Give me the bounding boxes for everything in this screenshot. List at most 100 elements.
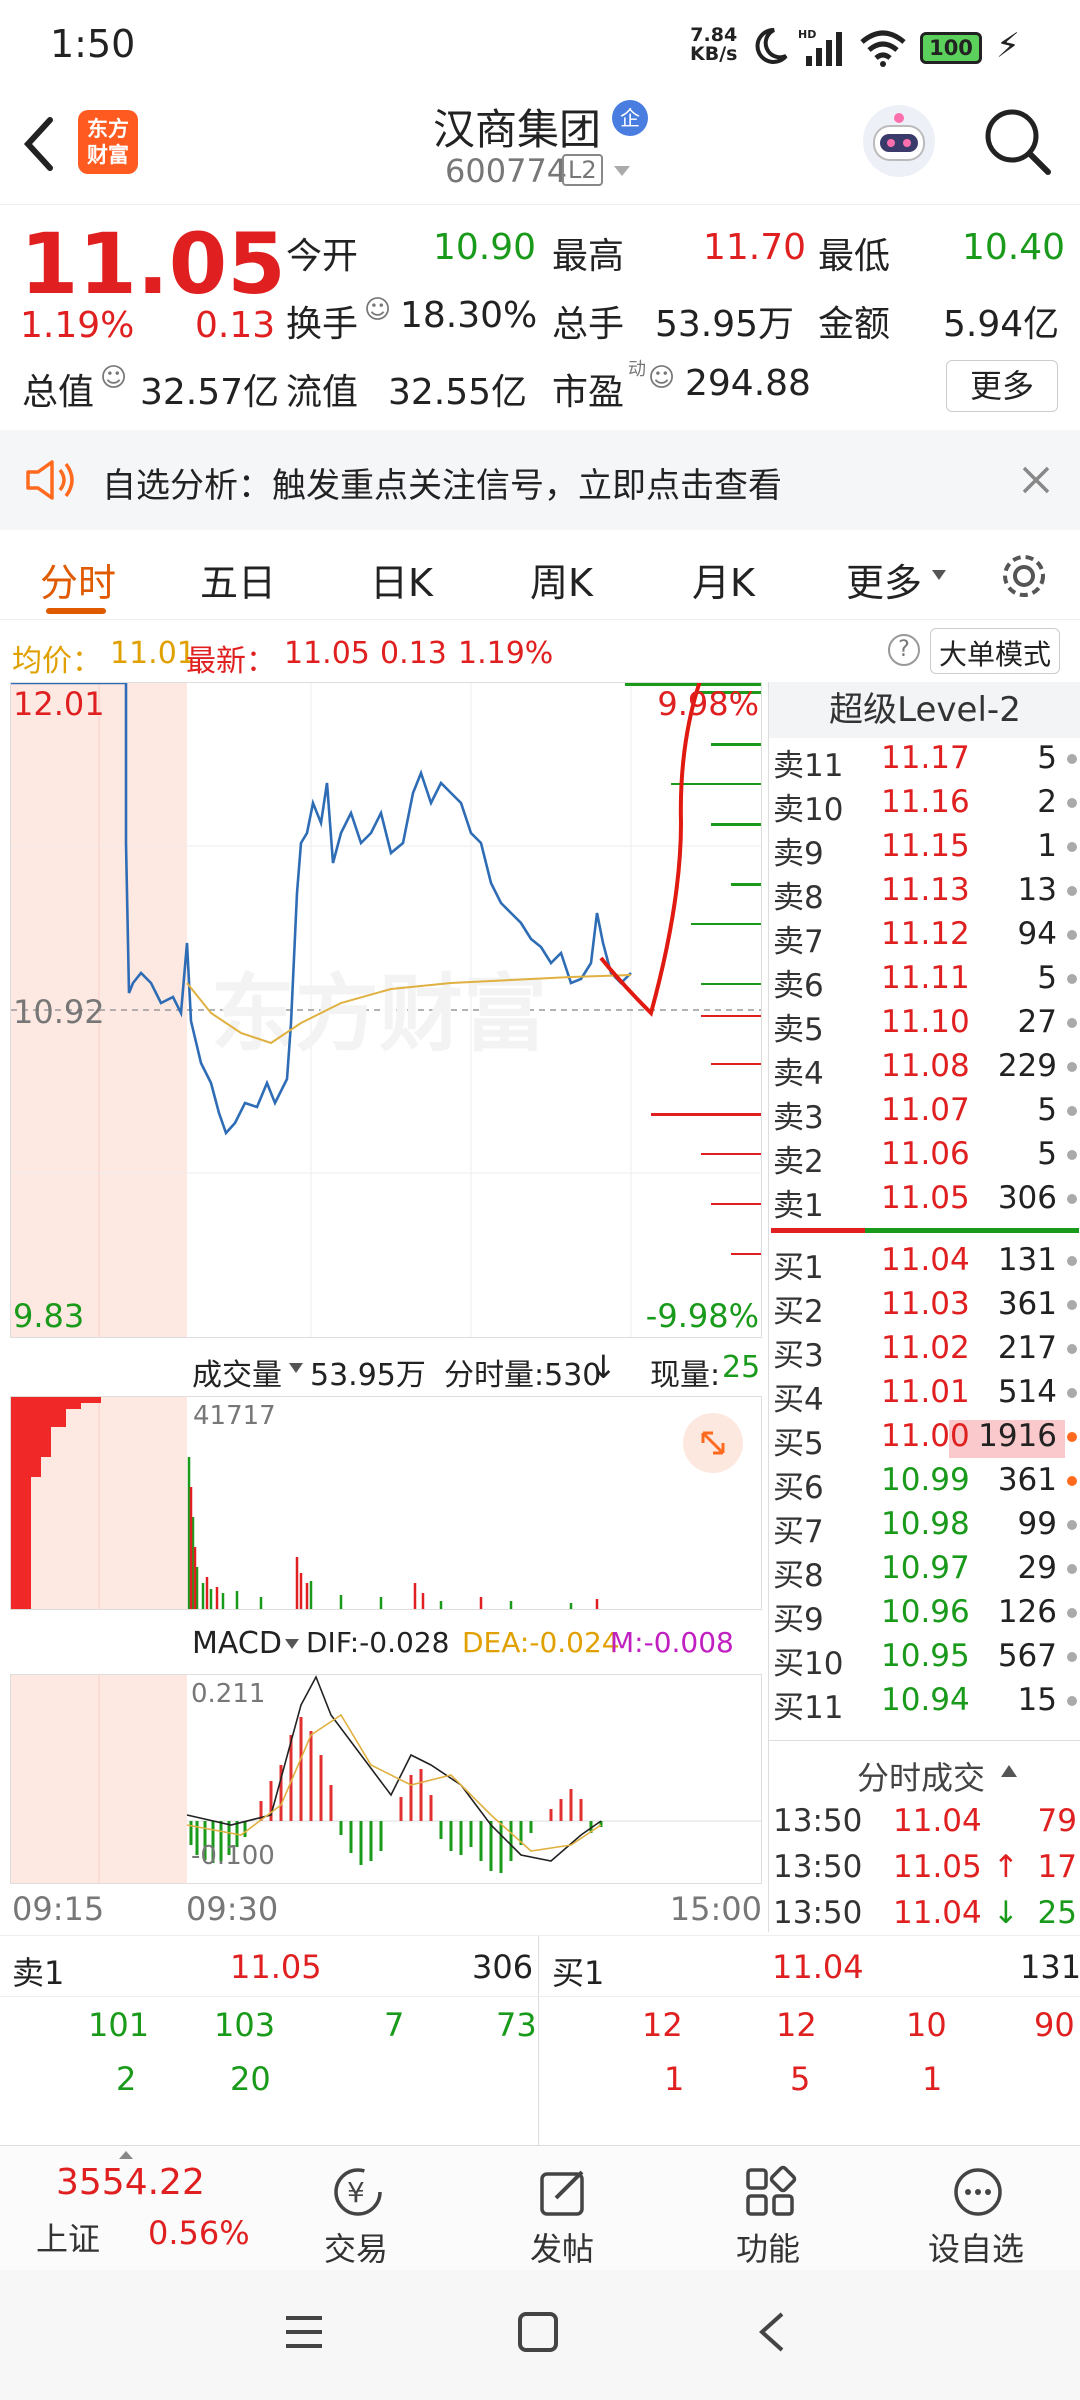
ask-level[interactable]: 卖3 11.07 5 [769, 1090, 1080, 1136]
change-percent: 1.19% [20, 305, 135, 346]
bid-level[interactable]: 买5 11.00 1916 [769, 1416, 1080, 1462]
turnover-value: 18.30% [400, 295, 538, 336]
order-book-title[interactable]: 超级Level-2 [769, 682, 1080, 738]
bid-level[interactable]: 买7 10.98 99 [769, 1504, 1080, 1550]
home-icon[interactable] [516, 2310, 560, 2354]
more-button[interactable]: 更多 [946, 360, 1058, 412]
tab-five-day[interactable]: 五日 [200, 552, 276, 607]
tab-daily-k[interactable]: 日K [370, 552, 433, 607]
level-price: 11.05 [881, 1180, 970, 1216]
ask-level[interactable]: 卖4 11.08 229 [769, 1046, 1080, 1092]
ask-level[interactable]: 卖11 11.17 5 [769, 738, 1080, 784]
expand-icon[interactable] [683, 1413, 743, 1473]
ask-level[interactable]: 卖6 11.11 5 [769, 958, 1080, 1004]
chevron-down-icon[interactable] [612, 164, 632, 178]
big-order-mode-button[interactable]: 大单模式 [930, 628, 1061, 674]
chevron-down-icon[interactable] [284, 1638, 300, 1650]
level-qty: 306 [997, 1180, 1057, 1216]
help-icon[interactable]: ? [888, 634, 920, 666]
bid-level[interactable]: 买1 11.04 131 [769, 1240, 1080, 1286]
bid-level[interactable]: 买4 11.01 514 [769, 1372, 1080, 1418]
clock: 1:50 [50, 22, 136, 66]
index-change: 0.56% [148, 2214, 250, 2252]
bid-level[interactable]: 买6 10.99 361 [769, 1460, 1080, 1506]
tab-more[interactable]: 更多 [846, 552, 922, 607]
svg-text:HD: HD [798, 28, 816, 41]
open-value: 10.90 [433, 227, 537, 268]
level-price: 11.16 [881, 784, 970, 820]
ask-level[interactable]: 卖5 11.10 27 [769, 1002, 1080, 1048]
queue-order: 90 [1034, 2006, 1075, 2044]
queue-order: 5 [790, 2060, 811, 2098]
svg-text:¥: ¥ [347, 2176, 365, 2209]
level-dot-icon [1067, 930, 1077, 940]
bid-level[interactable]: 买11 10.94 15 [769, 1680, 1080, 1726]
level-label: 卖10 [773, 792, 844, 828]
macd-dea: DEA:-0.024 [462, 1626, 620, 1659]
ask-level[interactable]: 卖8 11.13 13 [769, 870, 1080, 916]
search-icon[interactable] [982, 106, 1054, 178]
volume-selector[interactable]: 成交量 [192, 1350, 282, 1394]
info-icon[interactable]: ☺ [648, 363, 675, 393]
bid-level[interactable]: 买10 10.95 567 [769, 1636, 1080, 1682]
moon-icon [755, 27, 788, 64]
charging-icon: ⚡ [996, 26, 1020, 66]
level-label: 买4 [773, 1382, 824, 1418]
close-icon[interactable] [1020, 464, 1052, 496]
trade-qty: 79 [1037, 1803, 1077, 1839]
nav-label: 交易 [323, 2230, 388, 2268]
ask-level[interactable]: 卖7 11.12 94 [769, 914, 1080, 960]
bid-level[interactable]: 买2 11.03 361 [769, 1284, 1080, 1330]
price-chart[interactable]: 东方财富 12.01 10.92 9.83 9.98% -9.98% [10, 682, 762, 1338]
bid-level[interactable]: 买8 10.97 29 [769, 1548, 1080, 1594]
macd-selector[interactable]: MACD [192, 1626, 282, 1661]
level-price: 11.01 [881, 1374, 970, 1410]
robot-assistant-icon[interactable] [858, 100, 940, 182]
ask-level[interactable]: 卖10 11.16 2 [769, 782, 1080, 828]
bid-level[interactable]: 买9 10.96 126 [769, 1592, 1080, 1638]
analysis-banner[interactable]: 自选分析：触发重点关注信号，立即点击查看 [0, 430, 1080, 530]
volume-chart[interactable]: 41717 [10, 1396, 762, 1610]
nav-label: 发帖 [529, 2230, 594, 2268]
mktcap-value: 32.57亿 [140, 372, 280, 413]
bid-level[interactable]: 买3 11.02 217 [769, 1328, 1080, 1374]
trade-icon: ¥ [334, 2168, 382, 2216]
chevron-down-icon[interactable] [288, 1362, 304, 1374]
level-label: 买5 [773, 1426, 824, 1462]
app-logo[interactable]: 东方 财富 [78, 110, 138, 174]
tab-intraday[interactable]: 分时 [40, 552, 116, 607]
enterprise-badge: 企 [612, 100, 648, 136]
tab-monthly-k[interactable]: 月K [692, 552, 755, 607]
ask-level[interactable]: 卖2 11.06 5 [769, 1134, 1080, 1180]
info-icon[interactable]: ☺ [100, 363, 127, 393]
level-qty: 2 [1037, 784, 1057, 820]
chevron-up-icon[interactable] [999, 1763, 1019, 1779]
queue-order: 20 [230, 2060, 271, 2098]
trades-title[interactable]: 分时成交 [857, 1753, 985, 1799]
info-icon[interactable]: ☺ [364, 295, 391, 325]
back-icon[interactable] [754, 2310, 790, 2354]
level-price: 10.99 [881, 1462, 970, 1498]
queue-order: 103 [214, 2006, 276, 2044]
macd-chart[interactable]: 0.211 -0.100 [10, 1674, 762, 1884]
low-value: 10.40 [962, 227, 1066, 268]
trade-time: 13:50 [773, 1849, 863, 1885]
trade-price: 11.04 [893, 1895, 982, 1931]
price-chart-canvas: 东方财富 [11, 683, 761, 1337]
level-price: 11.13 [881, 872, 970, 908]
index-ticker[interactable]: 3554.22 上证 0.56% [20, 2146, 250, 2271]
system-nav-bar [0, 2270, 1080, 2400]
trade-qty: 25 [1037, 1895, 1077, 1931]
level-tag[interactable]: L2 [562, 154, 603, 186]
trade-price: 11.05 [893, 1849, 982, 1885]
menu-icon[interactable] [282, 2312, 326, 2352]
back-icon[interactable] [18, 114, 58, 174]
chevron-down-icon[interactable] [930, 568, 948, 582]
ask-level[interactable]: 卖9 11.15 1 [769, 826, 1080, 872]
pe-value: 294.88 [685, 363, 811, 404]
gear-icon[interactable] [998, 550, 1050, 602]
open-label: 今开 [286, 236, 359, 277]
ask-level[interactable]: 卖1 11.05 306 [769, 1178, 1080, 1224]
tab-weekly-k[interactable]: 周K [530, 552, 593, 607]
y-axis-low: 9.83 [13, 1297, 85, 1335]
